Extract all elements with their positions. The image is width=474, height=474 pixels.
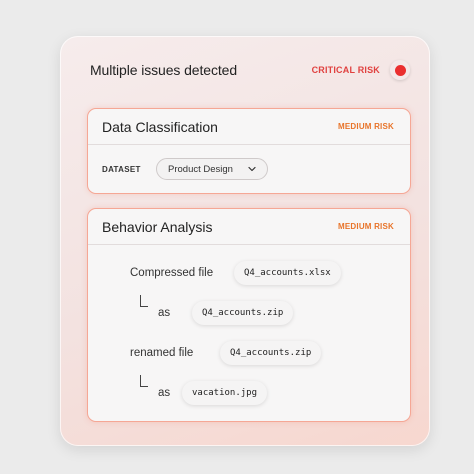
- card-title: Data Classification: [102, 118, 218, 135]
- alert-panel: Multiple issues detected CRITICAL RISK D…: [60, 36, 430, 446]
- behavior-steps: Compressed file Q4_accounts.xlsx as Q4_a…: [88, 245, 410, 421]
- step-label: as: [158, 307, 171, 319]
- step-label: renamed file: [130, 347, 194, 359]
- file-chip: vacation.jpg: [182, 381, 268, 405]
- medium-risk-badge: MEDIUM RISK: [338, 222, 394, 231]
- chevron-down-icon: [248, 166, 256, 172]
- card-title: Behavior Analysis: [102, 218, 213, 235]
- behavior-step: as vacation.jpg: [158, 381, 268, 405]
- step-label: Compressed file: [130, 267, 214, 279]
- file-chip: Q4_accounts.zip: [192, 301, 294, 325]
- dataset-label: DATASET: [102, 164, 141, 174]
- critical-risk-badge: CRITICAL RISK: [311, 65, 380, 75]
- dataset-select[interactable]: Product Design: [156, 158, 268, 180]
- step-label: as: [158, 387, 171, 399]
- panel-title: Multiple issues detected: [90, 62, 238, 78]
- connector-elbow-icon: [140, 295, 148, 307]
- panel-header: Multiple issues detected CRITICAL RISK: [90, 60, 410, 80]
- status-dot-icon: [394, 64, 406, 76]
- file-chip: Q4_accounts.zip: [220, 341, 322, 365]
- connector-elbow-icon: [140, 375, 148, 387]
- behavior-step: Compressed file Q4_accounts.xlsx: [130, 261, 341, 285]
- dataset-select-value: Product Design: [168, 163, 233, 175]
- file-chip: Q4_accounts.xlsx: [234, 261, 341, 285]
- card-header: Behavior Analysis MEDIUM RISK: [88, 209, 410, 245]
- behavior-step: as Q4_accounts.zip: [158, 301, 294, 325]
- behavior-step: renamed file Q4_accounts.zip: [130, 341, 322, 365]
- card-header: Data Classification MEDIUM RISK: [88, 109, 410, 145]
- behavior-analysis-card: Behavior Analysis MEDIUM RISK Compressed…: [87, 208, 411, 422]
- dataset-row: DATASET Product Design: [88, 145, 410, 180]
- data-classification-card: Data Classification MEDIUM RISK DATASET …: [87, 108, 411, 194]
- status-indicator: [390, 60, 410, 80]
- medium-risk-badge: MEDIUM RISK: [338, 122, 394, 131]
